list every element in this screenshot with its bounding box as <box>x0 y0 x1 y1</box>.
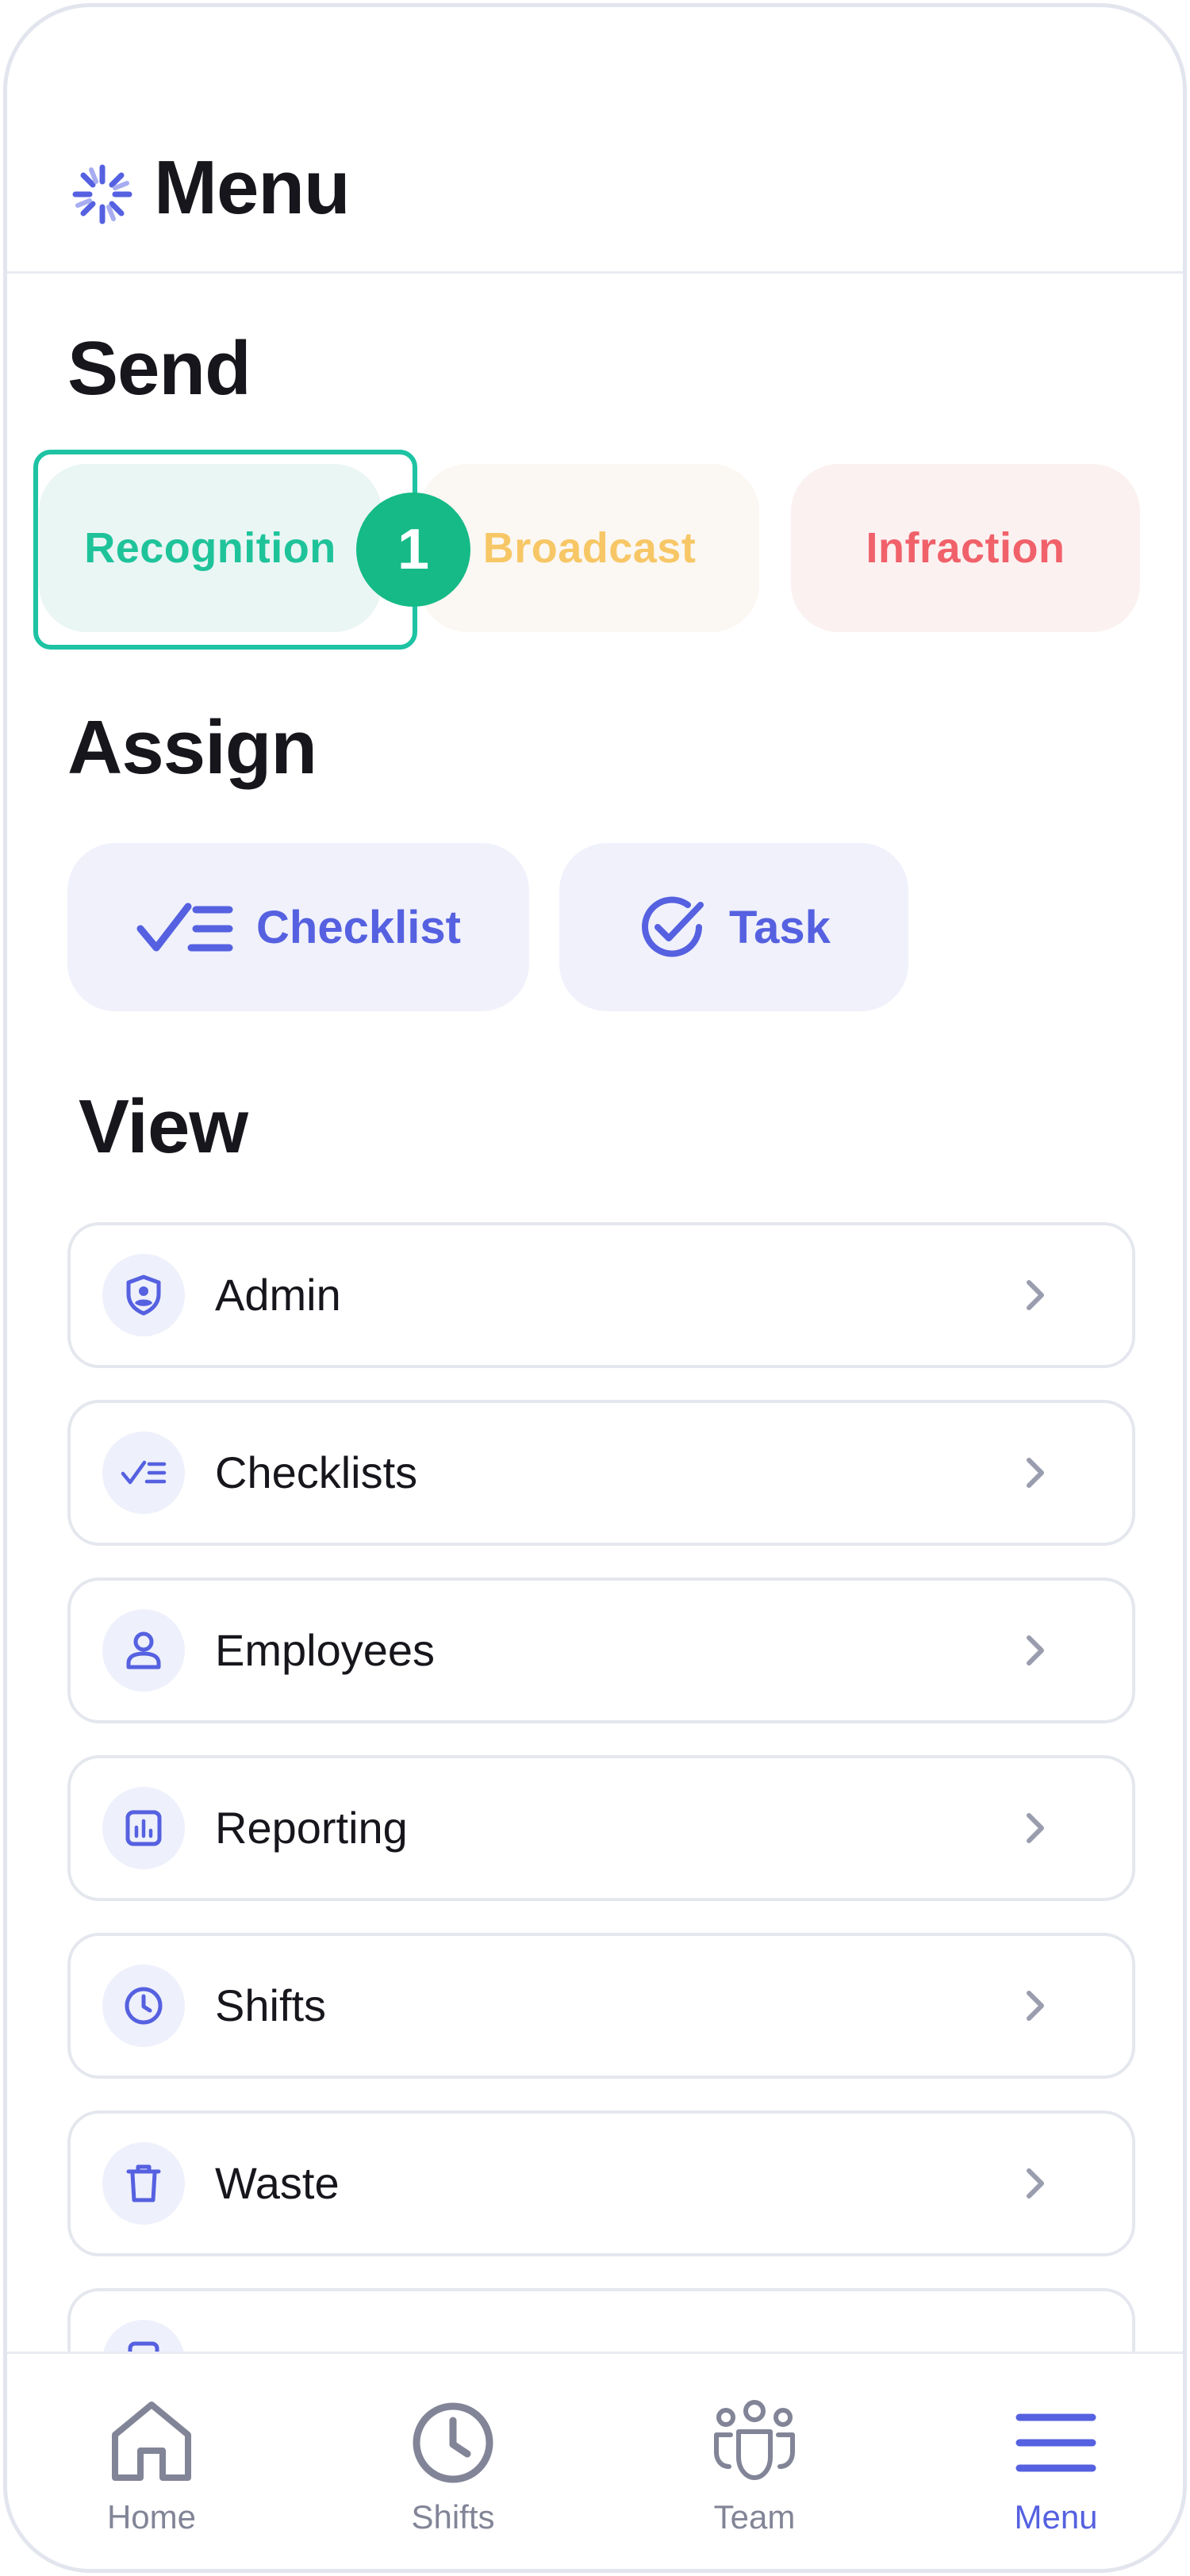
view-item-label: Waste <box>215 2158 340 2208</box>
view-item-label: Reporting <box>215 1803 408 1853</box>
checklist-icon <box>136 903 233 952</box>
view-item-label: Employees <box>215 1625 436 1675</box>
chevron-right-icon <box>1027 2168 1044 2198</box>
header: Menu <box>7 7 1183 274</box>
send-section-title: Send <box>67 326 251 411</box>
tab-menu[interactable]: Menu <box>953 2398 1159 2536</box>
bar-chart-icon <box>102 1787 185 1869</box>
view-section-title: View <box>79 1084 248 1169</box>
tab-label: Menu <box>1014 2498 1098 2536</box>
view-item-employees[interactable]: Employees <box>67 1577 1135 1723</box>
view-item-admin[interactable]: Admin <box>67 1222 1135 1368</box>
view-item-label: Shifts <box>215 1980 327 2030</box>
check-circle-icon <box>642 896 704 957</box>
clock-icon <box>413 2402 493 2483</box>
assign-task-label: Task <box>729 901 831 953</box>
tab-team[interactable]: Team <box>651 2398 858 2536</box>
assign-task-button[interactable]: Task <box>559 843 908 1011</box>
chevron-right-icon <box>1027 1991 1044 2021</box>
view-item-shifts[interactable]: Shifts <box>67 1933 1135 2079</box>
checklist-icon <box>102 1432 185 1514</box>
assign-section-title: Assign <box>67 705 317 790</box>
tab-label: Shifts <box>411 2498 495 2536</box>
menu-icon <box>1015 2413 1096 2472</box>
team-icon <box>714 2400 795 2480</box>
clock-icon <box>102 1965 185 2047</box>
home-icon <box>112 2402 191 2481</box>
view-item-checklists[interactable]: Checklists <box>67 1400 1135 1546</box>
view-item-reporting[interactable]: Reporting <box>67 1755 1135 1901</box>
chevron-right-icon <box>1027 1813 1044 1843</box>
assign-checklist-button[interactable]: Checklist <box>67 843 529 1011</box>
phone-frame: Menu Send Recognition Broadcast Infracti… <box>3 3 1187 2573</box>
page-title: Menu <box>154 145 351 230</box>
view-item-waste[interactable]: Waste <box>67 2110 1135 2256</box>
sparkle-logo-icon <box>72 164 132 224</box>
assign-checklist-label: Checklist <box>256 901 461 953</box>
tab-home[interactable]: Home <box>48 2398 255 2536</box>
trash-icon <box>102 2142 185 2225</box>
bottom-tab-bar: Home Shifts Team Menu <box>7 2352 1183 2569</box>
shield-user-icon <box>102 1254 185 1336</box>
user-icon <box>102 1609 185 1692</box>
chevron-right-icon <box>1027 1635 1044 1666</box>
tab-shifts[interactable]: Shifts <box>350 2398 556 2536</box>
view-item-label: Checklists <box>215 1447 418 1497</box>
chevron-right-icon <box>1027 1280 1044 1310</box>
broadcast-button[interactable]: Broadcast <box>420 464 759 632</box>
view-item-label: Admin <box>215 1270 341 1320</box>
tab-label: Home <box>106 2498 197 2536</box>
tab-label: Team <box>713 2498 796 2536</box>
chevron-right-icon <box>1027 1458 1044 1488</box>
step-badge: 1 <box>356 493 470 607</box>
infraction-button[interactable]: Infraction <box>791 464 1140 632</box>
